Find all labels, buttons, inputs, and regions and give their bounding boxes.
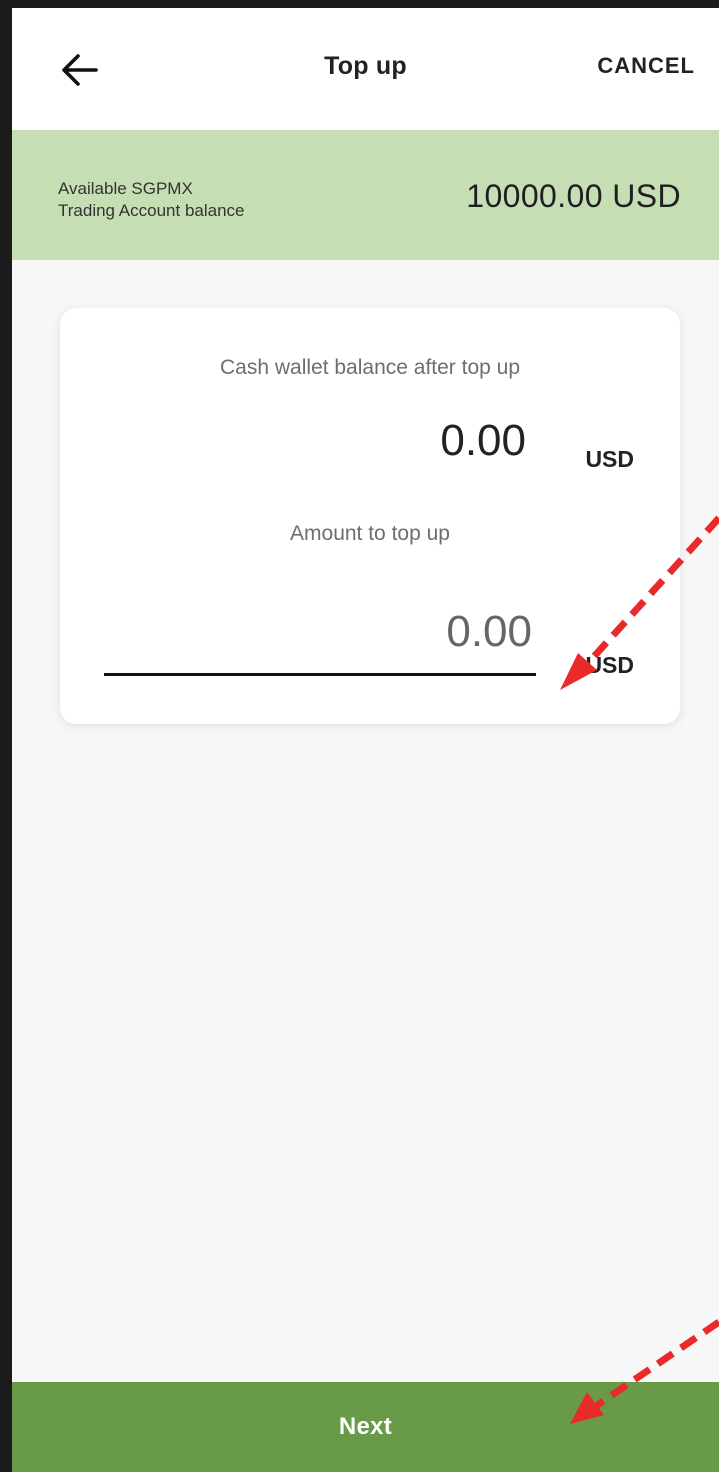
- cash-wallet-currency: USD: [585, 446, 634, 472]
- amount-currency: USD: [585, 652, 634, 678]
- trading-balance-value: 10000.00 USD: [466, 178, 681, 214]
- app-header: Top up CANCEL: [12, 8, 719, 130]
- amount-input[interactable]: [104, 596, 536, 676]
- trading-balance-bar: Available SGPMX Trading Account balance …: [12, 130, 719, 260]
- cash-wallet-balance-amount: 0.00: [440, 416, 526, 465]
- cancel-button[interactable]: CANCEL: [597, 53, 695, 79]
- top-up-card: Cash wallet balance after top up 0.00 US…: [60, 308, 680, 724]
- screen: Top up CANCEL Available SGPMX Trading Ac…: [12, 8, 719, 1472]
- trading-balance-label-line2: Trading Account balance: [58, 201, 245, 220]
- trading-balance-label-line1: Available SGPMX: [58, 179, 193, 198]
- amount-to-top-up-label: Amount to top up: [290, 522, 450, 545]
- cash-wallet-balance-label: Cash wallet balance after top up: [219, 356, 521, 379]
- phone-frame: Top up CANCEL Available SGPMX Trading Ac…: [0, 0, 719, 1472]
- next-button[interactable]: Next: [12, 1382, 719, 1472]
- trading-balance-label: Available SGPMX Trading Account balance: [58, 178, 245, 222]
